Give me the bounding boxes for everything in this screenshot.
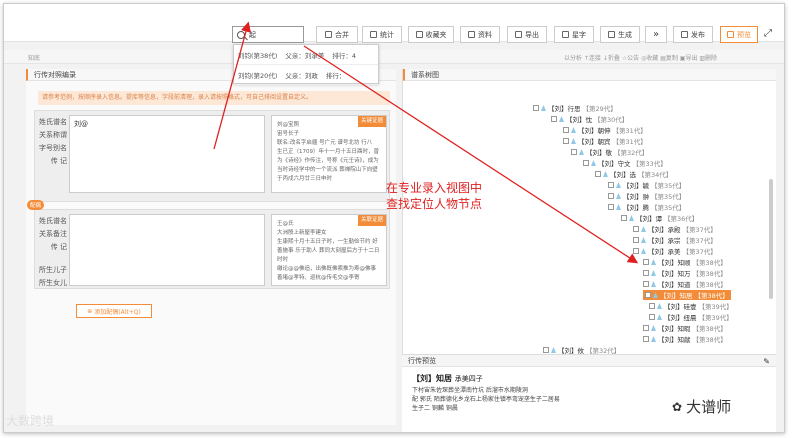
wechat-icon: ✿ bbox=[672, 399, 683, 414]
annotation-arrows bbox=[213, 21, 639, 264]
watermark-right: ✿ 大谱师 bbox=[672, 398, 732, 416]
watermark-left: 大数跨境 bbox=[6, 414, 55, 428]
app-window: 起 合并 统计 收藏夹 资料 导出 星字 生成 » 发布 预览 ⤢ 知底 以分析… bbox=[3, 3, 785, 433]
arrow-to-node bbox=[303, 45, 639, 264]
arrow-to-search bbox=[213, 21, 251, 150]
annotation-text: 在专业录入视图中 查找定位人物节点 bbox=[386, 181, 483, 211]
